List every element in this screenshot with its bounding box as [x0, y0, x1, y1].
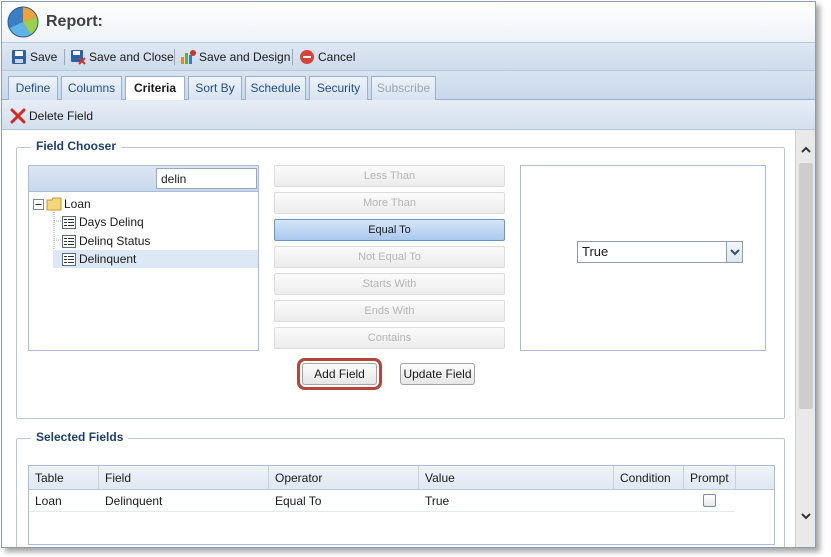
- column-header-table[interactable]: Table: [29, 466, 99, 490]
- column-header-field[interactable]: Field: [99, 466, 269, 490]
- prompt-checkbox[interactable]: [703, 494, 716, 507]
- column-header-condition[interactable]: Condition: [614, 466, 684, 490]
- operator-more-than: More Than: [274, 192, 505, 214]
- save-and-design-label: Save and Design: [199, 50, 291, 64]
- delete-field-label: Delete Field: [29, 109, 94, 123]
- scrollbar-thumb[interactable]: [799, 163, 813, 409]
- field-icon: [62, 234, 76, 248]
- scroll-up-icon[interactable]: [800, 144, 812, 156]
- cell-condition: [614, 490, 684, 512]
- field-tree-panel: Loan Days Delinq: [28, 165, 259, 351]
- tab-criteria[interactable]: Criteria: [125, 76, 185, 101]
- delete-x-icon: [10, 108, 26, 124]
- selected-fields-legend: Selected Fields: [31, 430, 129, 444]
- save-button[interactable]: Save: [11, 48, 57, 66]
- grid-header: Table Field Operator Value Condition Pro…: [29, 466, 774, 490]
- cell-operator: Equal To: [275, 494, 322, 508]
- tab-subscribe: Subscribe: [371, 76, 436, 100]
- column-header-operator[interactable]: Operator: [269, 466, 419, 490]
- tree-node-days-delinq[interactable]: Days Delinq: [62, 213, 258, 231]
- save-label: Save: [30, 50, 58, 64]
- operator-ends-with: Ends With: [274, 300, 505, 322]
- toolbar-divider: [292, 49, 293, 65]
- tab-security[interactable]: Security: [309, 76, 368, 100]
- title-bar: Report:: [2, 2, 815, 42]
- collapse-minus-icon[interactable]: [33, 198, 44, 210]
- operator-not-equal-to: Not Equal To: [274, 246, 505, 268]
- field-icon: [62, 215, 76, 229]
- cancel-button[interactable]: Cancel: [299, 48, 355, 66]
- cancel-icon: [300, 50, 314, 64]
- column-header-value[interactable]: Value: [419, 466, 614, 490]
- delete-field-button[interactable]: Delete Field: [10, 107, 93, 125]
- column-header-prompt[interactable]: Prompt: [684, 466, 736, 490]
- value-panel: True: [520, 165, 766, 351]
- cell-field: Delinquent: [105, 494, 163, 508]
- tab-schedule[interactable]: Schedule: [245, 76, 306, 100]
- save-design-icon: [181, 50, 196, 64]
- tab-define[interactable]: Define: [8, 76, 58, 100]
- criteria-content: Field Chooser Loan: [2, 130, 795, 547]
- vertical-scrollbar[interactable]: [795, 130, 815, 547]
- criteria-toolbar: Delete Field: [2, 100, 815, 130]
- report-window: Report: Save Save and Close Save and Des…: [1, 1, 816, 548]
- tab-columns[interactable]: Columns: [61, 76, 122, 100]
- tree-node-delinq-status[interactable]: Delinq Status: [62, 232, 258, 250]
- operator-starts-with: Starts With: [274, 273, 505, 295]
- chevron-down-icon: [730, 249, 740, 256]
- update-field-button[interactable]: Update Field: [400, 363, 475, 385]
- cell-table: Loan: [35, 494, 62, 508]
- scroll-down-icon[interactable]: [800, 510, 812, 522]
- save-and-design-button[interactable]: Save and Design: [180, 48, 290, 66]
- tree-header: [29, 166, 258, 192]
- floppy-disk-icon: [12, 50, 26, 64]
- toolbar-divider: [64, 49, 65, 65]
- page-title: Report:: [46, 13, 103, 30]
- field-chooser-legend: Field Chooser: [31, 139, 122, 153]
- cancel-label: Cancel: [318, 50, 356, 64]
- operator-equal-to[interactable]: Equal To: [274, 219, 505, 241]
- main-toolbar: Save Save and Close Save and Design Canc…: [2, 42, 815, 71]
- tab-sort-by[interactable]: Sort By: [188, 76, 242, 100]
- table-row[interactable]: Loan Delinquent Equal To True: [29, 490, 735, 512]
- field-search-input[interactable]: [156, 168, 257, 189]
- add-field-button[interactable]: Add Field: [302, 363, 377, 385]
- field-chooser-group: Field Chooser Loan: [16, 139, 785, 419]
- report-logo-icon: [7, 6, 39, 38]
- tree-item-label: Delinq Status: [79, 234, 151, 248]
- tree-node-delinquent[interactable]: Delinquent: [53, 250, 258, 268]
- cell-value: True: [425, 494, 450, 508]
- tab-bar: Define Columns Criteria Sort By Schedule…: [2, 71, 815, 101]
- save-and-close-label: Save and Close: [89, 50, 174, 64]
- tree-root-label: Loan: [64, 197, 91, 211]
- selected-fields-grid: Table Field Operator Value Condition Pro…: [28, 465, 775, 545]
- save-close-icon: [71, 50, 86, 65]
- tree-node-loan[interactable]: Loan: [33, 195, 258, 213]
- folder-icon: [46, 197, 62, 211]
- operator-less-than: Less Than: [274, 165, 505, 187]
- selected-fields-group: Selected Fields Table Field Operator Val…: [16, 430, 785, 547]
- value-select[interactable]: True: [577, 241, 727, 263]
- value-dropdown-button[interactable]: [727, 241, 743, 263]
- operator-contains: Contains: [274, 327, 505, 349]
- save-and-close-button[interactable]: Save and Close: [70, 48, 174, 66]
- toolbar-divider: [174, 49, 175, 65]
- tree-item-label: Delinquent: [79, 252, 137, 266]
- field-icon: [62, 252, 76, 266]
- tree-item-label: Days Delinq: [79, 215, 144, 229]
